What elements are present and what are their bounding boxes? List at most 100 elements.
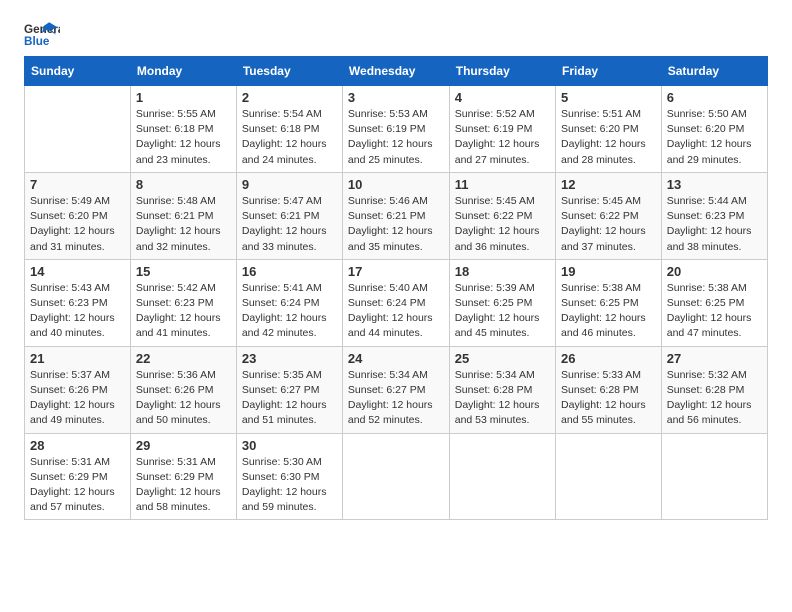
day-number: 24 [348,351,444,366]
logo-icon: General Blue [24,20,60,48]
day-number: 3 [348,90,444,105]
day-info: Sunrise: 5:31 AMSunset: 6:29 PMDaylight:… [30,455,125,516]
day-info: Sunrise: 5:34 AMSunset: 6:27 PMDaylight:… [348,368,444,429]
day-info: Sunrise: 5:36 AMSunset: 6:26 PMDaylight:… [136,368,231,429]
day-number: 5 [561,90,656,105]
day-info: Sunrise: 5:43 AMSunset: 6:23 PMDaylight:… [30,281,125,342]
col-header-thursday: Thursday [449,57,555,86]
day-info: Sunrise: 5:55 AMSunset: 6:18 PMDaylight:… [136,107,231,168]
day-cell [342,433,449,520]
week-row-2: 7 Sunrise: 5:49 AMSunset: 6:20 PMDaylight… [25,172,768,259]
day-cell: 12 Sunrise: 5:45 AMSunset: 6:22 PMDayligh… [556,172,662,259]
day-info: Sunrise: 5:35 AMSunset: 6:27 PMDaylight:… [242,368,337,429]
day-info: Sunrise: 5:40 AMSunset: 6:24 PMDaylight:… [348,281,444,342]
day-info: Sunrise: 5:53 AMSunset: 6:19 PMDaylight:… [348,107,444,168]
col-header-friday: Friday [556,57,662,86]
day-info: Sunrise: 5:38 AMSunset: 6:25 PMDaylight:… [667,281,762,342]
column-headers: SundayMondayTuesdayWednesdayThursdayFrid… [25,57,768,86]
day-info: Sunrise: 5:49 AMSunset: 6:20 PMDaylight:… [30,194,125,255]
day-number: 19 [561,264,656,279]
day-cell: 29 Sunrise: 5:31 AMSunset: 6:29 PMDayligh… [130,433,236,520]
logo: General Blue [24,20,60,48]
svg-text:Blue: Blue [24,35,50,48]
day-info: Sunrise: 5:44 AMSunset: 6:23 PMDaylight:… [667,194,762,255]
day-number: 11 [455,177,550,192]
day-cell: 19 Sunrise: 5:38 AMSunset: 6:25 PMDayligh… [556,259,662,346]
day-cell: 2Sunrise: 5:54 AMSunset: 6:18 PMDaylight… [236,86,342,173]
day-cell: 24 Sunrise: 5:34 AMSunset: 6:27 PMDayligh… [342,346,449,433]
day-cell: 6 Sunrise: 5:50 AMSunset: 6:20 PMDaylight… [661,86,767,173]
day-cell: 7 Sunrise: 5:49 AMSunset: 6:20 PMDaylight… [25,172,131,259]
day-number: 23 [242,351,337,366]
day-number: 10 [348,177,444,192]
day-number: 8 [136,177,231,192]
week-row-3: 14 Sunrise: 5:43 AMSunset: 6:23 PMDayligh… [25,259,768,346]
day-number: 12 [561,177,656,192]
day-number: 25 [455,351,550,366]
day-cell: 5 Sunrise: 5:51 AMSunset: 6:20 PMDaylight… [556,86,662,173]
day-cell: 16 Sunrise: 5:41 AMSunset: 6:24 PMDayligh… [236,259,342,346]
day-info: Sunrise: 5:45 AMSunset: 6:22 PMDaylight:… [561,194,656,255]
day-info: Sunrise: 5:34 AMSunset: 6:28 PMDaylight:… [455,368,550,429]
day-cell: 11 Sunrise: 5:45 AMSunset: 6:22 PMDayligh… [449,172,555,259]
day-cell: 8Sunrise: 5:48 AMSunset: 6:21 PMDaylight… [130,172,236,259]
page-header: General Blue [24,20,768,48]
day-number: 16 [242,264,337,279]
col-header-wednesday: Wednesday [342,57,449,86]
day-cell: 21 Sunrise: 5:37 AMSunset: 6:26 PMDayligh… [25,346,131,433]
day-number: 20 [667,264,762,279]
day-cell: 22 Sunrise: 5:36 AMSunset: 6:26 PMDayligh… [130,346,236,433]
day-info: Sunrise: 5:41 AMSunset: 6:24 PMDaylight:… [242,281,337,342]
day-cell: 15 Sunrise: 5:42 AMSunset: 6:23 PMDayligh… [130,259,236,346]
day-cell: 1 Sunrise: 5:55 AMSunset: 6:18 PMDaylight… [130,86,236,173]
day-number: 15 [136,264,231,279]
day-number: 13 [667,177,762,192]
col-header-sunday: Sunday [25,57,131,86]
day-info: Sunrise: 5:32 AMSunset: 6:28 PMDaylight:… [667,368,762,429]
day-cell: 20 Sunrise: 5:38 AMSunset: 6:25 PMDayligh… [661,259,767,346]
day-number: 26 [561,351,656,366]
day-cell: 28 Sunrise: 5:31 AMSunset: 6:29 PMDayligh… [25,433,131,520]
col-header-saturday: Saturday [661,57,767,86]
week-row-5: 28 Sunrise: 5:31 AMSunset: 6:29 PMDayligh… [25,433,768,520]
day-cell: 30Sunrise: 5:30 AMSunset: 6:30 PMDayligh… [236,433,342,520]
day-info: Sunrise: 5:37 AMSunset: 6:26 PMDaylight:… [30,368,125,429]
day-number: 4 [455,90,550,105]
day-number: 18 [455,264,550,279]
day-cell: 9Sunrise: 5:47 AMSunset: 6:21 PMDaylight… [236,172,342,259]
day-number: 29 [136,438,231,453]
day-info: Sunrise: 5:30 AMSunset: 6:30 PMDaylight:… [242,455,337,516]
day-info: Sunrise: 5:50 AMSunset: 6:20 PMDaylight:… [667,107,762,168]
day-cell: 4Sunrise: 5:52 AMSunset: 6:19 PMDaylight… [449,86,555,173]
day-number: 28 [30,438,125,453]
col-header-tuesday: Tuesday [236,57,342,86]
day-cell [449,433,555,520]
day-cell: 18 Sunrise: 5:39 AMSunset: 6:25 PMDayligh… [449,259,555,346]
day-cell: 10Sunrise: 5:46 AMSunset: 6:21 PMDayligh… [342,172,449,259]
col-header-monday: Monday [130,57,236,86]
day-number: 7 [30,177,125,192]
day-info: Sunrise: 5:33 AMSunset: 6:28 PMDaylight:… [561,368,656,429]
day-cell [556,433,662,520]
day-cell: 23 Sunrise: 5:35 AMSunset: 6:27 PMDayligh… [236,346,342,433]
week-row-1: 1 Sunrise: 5:55 AMSunset: 6:18 PMDaylight… [25,86,768,173]
day-number: 21 [30,351,125,366]
day-number: 27 [667,351,762,366]
day-cell: 25 Sunrise: 5:34 AMSunset: 6:28 PMDayligh… [449,346,555,433]
day-number: 17 [348,264,444,279]
day-number: 22 [136,351,231,366]
day-number: 14 [30,264,125,279]
day-info: Sunrise: 5:31 AMSunset: 6:29 PMDaylight:… [136,455,231,516]
day-info: Sunrise: 5:38 AMSunset: 6:25 PMDaylight:… [561,281,656,342]
day-cell [25,86,131,173]
day-info: Sunrise: 5:39 AMSunset: 6:25 PMDaylight:… [455,281,550,342]
day-cell: 17 Sunrise: 5:40 AMSunset: 6:24 PMDayligh… [342,259,449,346]
day-number: 6 [667,90,762,105]
day-cell [661,433,767,520]
day-cell: 14 Sunrise: 5:43 AMSunset: 6:23 PMDayligh… [25,259,131,346]
day-info: Sunrise: 5:42 AMSunset: 6:23 PMDaylight:… [136,281,231,342]
day-info: Sunrise: 5:51 AMSunset: 6:20 PMDaylight:… [561,107,656,168]
day-info: Sunrise: 5:45 AMSunset: 6:22 PMDaylight:… [455,194,550,255]
day-cell: 26 Sunrise: 5:33 AMSunset: 6:28 PMDayligh… [556,346,662,433]
day-number: 1 [136,90,231,105]
